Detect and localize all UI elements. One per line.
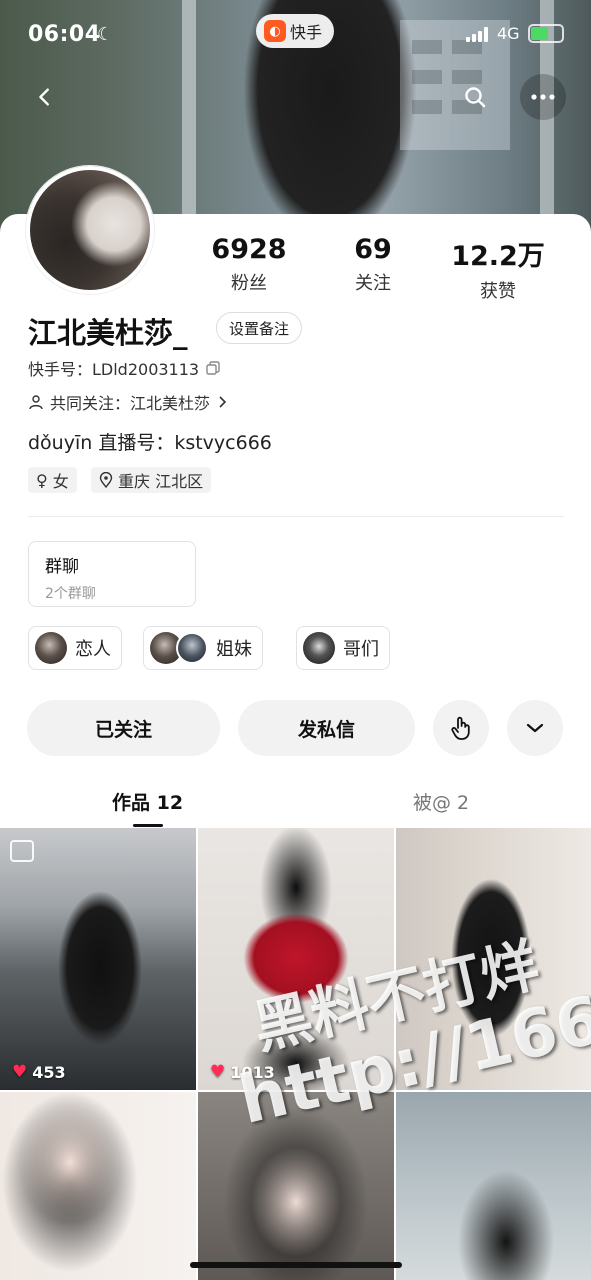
douyin-live-id: dǒuyīn 直播号：kstvyc666 [28, 432, 272, 454]
kuaishou-id: 快手号：LDld2003113 [28, 356, 221, 380]
group-chat-card[interactable]: 群聊 2个群聊 [28, 541, 196, 607]
heart-icon: ♥ [12, 1062, 28, 1082]
followers-label: 粉丝 [231, 273, 267, 294]
expand-button[interactable] [507, 700, 563, 756]
search-button[interactable] [452, 74, 498, 120]
battery-icon [528, 24, 564, 43]
back-button[interactable] [22, 74, 68, 120]
location-pin-icon [99, 472, 113, 488]
chevron-right-icon [219, 396, 227, 408]
relation-avatar [176, 632, 208, 664]
likes-stat[interactable]: 12.2万 获赞 [438, 234, 558, 303]
followers-count: 6928 [211, 234, 287, 265]
status-bar: 06:04 ☾ ◐ 快手 4G [0, 14, 591, 58]
tab-active-indicator [133, 824, 163, 827]
gender-tag: ♀ 女 [28, 467, 77, 493]
work-thumbnail[interactable] [0, 1092, 196, 1280]
more-dots-icon [531, 94, 555, 100]
group-chat-title: 群聊 [45, 557, 79, 577]
set-remark-button[interactable]: 设置备注 [216, 312, 303, 344]
relation-buddies[interactable]: 哥们 [296, 626, 390, 670]
app-badge-label: 快手 [290, 23, 323, 42]
network-type: 4G [497, 24, 520, 43]
search-icon [465, 87, 486, 108]
relation-avatar [35, 632, 67, 664]
person-icon [29, 395, 43, 410]
profile-stats: 6928 粉丝 69 关注 12.2万 获赞 [190, 234, 570, 303]
relation-lover[interactable]: 恋人 [28, 626, 122, 670]
work-thumbnail[interactable]: ♥ 453 [0, 828, 196, 1090]
likes-count: 12.2万 [451, 241, 545, 272]
following-stat[interactable]: 69 关注 [308, 234, 438, 303]
username: 江北美杜莎_ [28, 316, 188, 350]
home-indicator [190, 1262, 402, 1268]
more-button[interactable] [520, 74, 566, 120]
relation-sisters[interactable]: 姐妹 [143, 626, 263, 670]
relation-label: 姐妹 [216, 639, 252, 660]
likes-label: 获赞 [480, 281, 516, 302]
mutual-follow-row[interactable]: 共同关注：江北美杜莎 [28, 390, 228, 414]
work-thumbnail[interactable] [396, 1092, 591, 1280]
location-tag: 重庆 江北区 [91, 467, 212, 493]
send-message-button[interactable]: 发私信 [238, 700, 415, 756]
divider [28, 516, 564, 517]
relation-label: 哥们 [343, 639, 379, 660]
image-post-icon [10, 840, 34, 862]
gender-text: 女 [52, 472, 69, 491]
copy-icon[interactable] [205, 360, 221, 376]
location-text: 重庆 江北区 [118, 472, 204, 491]
female-icon: ♀ [36, 470, 48, 490]
moon-icon: ☾ [97, 24, 114, 45]
followed-button[interactable]: 已关注 [27, 700, 220, 756]
tab-works[interactable]: 作品 12 [112, 788, 183, 815]
poke-button[interactable] [433, 700, 489, 756]
following-count: 69 [354, 234, 392, 265]
chevron-left-icon [39, 88, 49, 106]
avatar[interactable] [26, 166, 154, 294]
signal-icon [466, 26, 488, 42]
followers-stat[interactable]: 6928 粉丝 [190, 234, 308, 303]
heart-icon: ♥ [210, 1062, 226, 1082]
relation-avatar [303, 632, 335, 664]
group-chat-subtitle: 2个群聊 [45, 586, 96, 602]
like-count-text: 453 [32, 1062, 66, 1082]
kuaishou-id-text: 快手号：LDld2003113 [28, 360, 200, 379]
following-label: 关注 [355, 273, 391, 294]
relation-label: 恋人 [75, 639, 111, 660]
mutual-follow-text: 共同关注：江北美杜莎 [50, 394, 211, 413]
like-count: ♥ 453 [12, 1062, 66, 1082]
clock: 06:04 [28, 22, 101, 47]
tap-hand-icon [451, 716, 470, 740]
chevron-down-icon [526, 723, 544, 733]
kuaishou-logo-icon: ◐ [264, 20, 286, 42]
tab-mentioned[interactable]: 被@ 2 [413, 788, 469, 815]
app-badge[interactable]: ◐ 快手 [256, 14, 335, 48]
